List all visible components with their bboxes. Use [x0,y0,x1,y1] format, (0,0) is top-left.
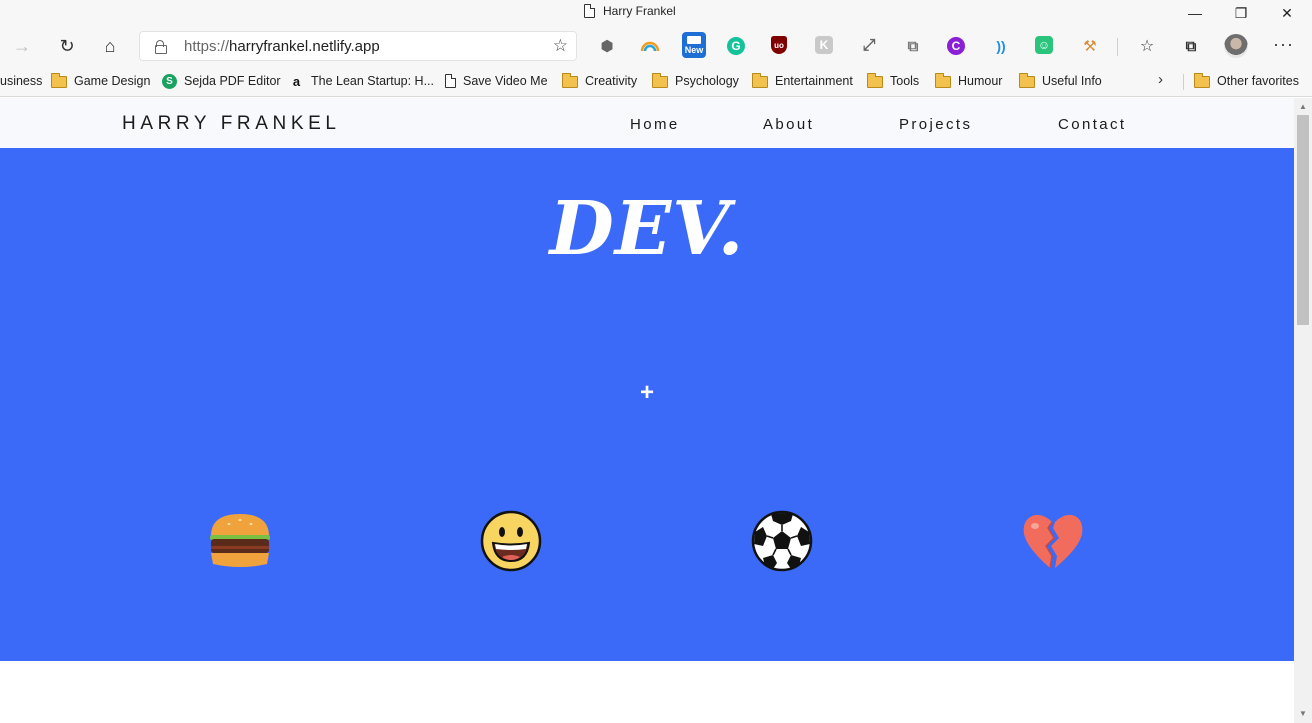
hero-title: DEV. [549,186,745,272]
nav-home[interactable]: Home [630,116,680,133]
favorite-tools[interactable]: Tools [867,71,919,91]
favorite-creativity[interactable]: Creativity [562,71,637,91]
extension-pages-icon[interactable]: ⧉ [903,36,923,56]
folder-icon [935,73,951,88]
folder-icon [51,73,67,88]
fullscreen-icon[interactable]: ⤢ [859,36,879,56]
favorite-label: usiness [0,74,43,88]
close-button[interactable]: ✕ [1264,0,1310,26]
ublock-icon[interactable]: uo [771,36,787,54]
grammarly-icon[interactable]: G [727,37,745,55]
site-brand[interactable]: HARRY FRANKEL [122,113,341,135]
window-titlebar: Harry Frankel — ❐ ✕ [0,0,1312,26]
nav-contact[interactable]: Contact [1058,116,1127,133]
favorite-label: Save Video Me [463,74,548,88]
favorite-label: Entertainment [775,74,853,88]
favorite-useful-info[interactable]: Useful Info [1019,71,1102,91]
vertical-scrollbar[interactable]: ▲ ▼ [1294,98,1312,723]
hamburger-icon [209,510,271,572]
nav-about[interactable]: About [763,116,814,133]
folder-icon [1019,73,1035,88]
favorite-lean-startup[interactable]: a The Lean Startup: H... [289,71,434,91]
favorite-business[interactable]: usiness [0,71,42,91]
extension-k-icon[interactable]: K [815,36,833,54]
amazon-icon: a [292,73,301,89]
favorite-save-video[interactable]: Save Video Me [445,71,548,91]
favorite-humour[interactable]: Humour [935,71,1002,91]
home-icon[interactable]: ⌂ [98,34,122,58]
extension-face-icon[interactable]: ☺ [1035,36,1053,54]
sejda-icon: S [162,73,177,89]
more-options-icon[interactable]: ··· [1273,34,1294,55]
page-viewport: HARRY FRANKEL Home About Projects Contac… [0,98,1294,723]
favorite-sejda[interactable]: S Sejda PDF Editor [162,71,281,91]
add-favorite-icon[interactable]: ☆ [553,36,568,56]
url-protocol: https:// [184,38,230,55]
site-navbar: HARRY FRANKEL Home About Projects Contac… [0,98,1294,148]
profile-avatar[interactable] [1224,34,1248,58]
scrollbar-thumb[interactable] [1297,115,1309,325]
folder-icon [652,73,668,88]
extension-rainbow-icon[interactable] [640,36,660,56]
nav-projects[interactable]: Projects [899,116,972,133]
favorite-other[interactable]: Other favorites [1194,71,1299,91]
new-badge: New [684,44,704,55]
favorite-psychology[interactable]: Psychology [652,71,739,91]
window-title-text: Harry Frankel [603,4,676,18]
favorite-label: Useful Info [1042,74,1102,88]
browser-toolbar: → ↻ ⌂ https://harryfrankel.netlify.app ☆… [0,26,1312,66]
favorite-label: Creativity [585,74,638,88]
favorite-game-design[interactable]: Game Design [51,71,150,91]
address-bar[interactable]: https://harryfrankel.netlify.app ☆ [139,31,577,61]
minimize-button[interactable]: — [1172,0,1218,26]
toolbar-divider [1117,38,1118,56]
folder-icon [562,73,578,88]
grinning-face-icon [480,510,542,572]
folder-icon [752,73,768,88]
favorite-label: Sejda PDF Editor [184,74,281,88]
extension-new-icon[interactable]: New [682,32,706,58]
favorite-label: Other favorites [1217,74,1299,88]
page-icon [445,74,456,88]
favorite-label: Humour [958,74,1003,88]
restore-button[interactable]: ❐ [1218,0,1264,26]
extension-shield-icon[interactable]: ⬢ [597,36,617,56]
hero-section: DEV. + [0,148,1294,661]
favorite-label: Game Design [74,74,151,88]
folder-icon [1194,73,1210,88]
favorite-label: Psychology [675,74,739,88]
folder-icon [867,73,883,88]
favorite-label: The Lean Startup: H... [311,74,434,88]
forward-icon[interactable]: → [10,34,34,58]
refresh-icon[interactable]: ↻ [55,34,79,58]
favorites-bar: usiness Game Design S Sejda PDF Editor a… [0,66,1312,97]
favorites-divider [1183,74,1184,90]
scroll-up-icon[interactable]: ▲ [1299,102,1307,111]
extension-wave-icon[interactable]: )) [991,36,1011,56]
collections-icon[interactable]: ⧉ [1181,36,1201,56]
url-text[interactable]: https://harryfrankel.netlify.app [184,38,380,55]
lock-icon[interactable] [155,40,167,54]
broken-heart-icon [1022,510,1084,572]
page-icon [584,4,595,18]
extension-c-icon[interactable]: C [947,37,965,55]
favorite-label: Tools [890,74,920,88]
url-host: harryfrankel.netlify.app [229,38,380,55]
extension-hammer-icon[interactable]: ⚒ [1080,36,1100,56]
hero-plus[interactable]: + [638,380,656,406]
favorite-entertainment[interactable]: Entertainment [752,71,853,91]
soccer-ball-icon [751,510,813,572]
scroll-down-icon[interactable]: ▼ [1299,709,1307,718]
favorites-icon[interactable]: ☆ [1137,36,1157,56]
window-title: Harry Frankel [584,4,676,18]
chevron-right-icon[interactable]: › [1158,71,1163,88]
